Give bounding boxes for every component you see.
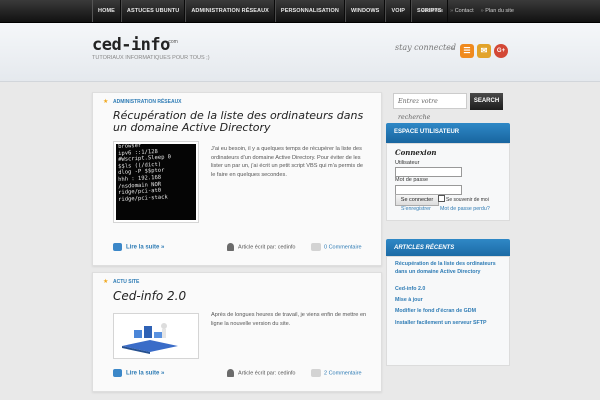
- user-icon: [227, 369, 234, 377]
- post-thumbnail[interactable]: [113, 313, 199, 359]
- site-logo[interactable]: ced-info: [92, 35, 170, 55]
- checkbox-icon[interactable]: [438, 195, 445, 202]
- post-category[interactable]: ACTU SITE: [113, 279, 139, 285]
- recent-post-link[interactable]: Modifier le fond d'écran de GDM: [395, 307, 505, 315]
- user-icon: [227, 243, 234, 251]
- rss-icon[interactable]: ☰: [460, 44, 474, 58]
- post-author-label: Article écrit par: cedinfo: [238, 244, 296, 251]
- search-input[interactable]: Entrez votre recherche: [393, 93, 467, 121]
- arrow-right-icon: →: [446, 42, 456, 53]
- post-title[interactable]: Ced-info 2.0: [113, 290, 186, 302]
- site-tagline: TUTORIAUX INFORMATIQUES POUR TOUS ;): [92, 55, 210, 61]
- nav-astuces-ubuntu[interactable]: ASTUCES UBUNTU: [120, 0, 186, 22]
- post-excerpt: Après de longues heures de travail, je v…: [211, 312, 367, 327]
- nav-windows[interactable]: WINDOWS: [344, 0, 386, 22]
- arrow-icon: [113, 369, 122, 377]
- read-more-link[interactable]: Lire la suite »: [113, 369, 164, 377]
- post-title[interactable]: Récupération de la liste des ordinateurs…: [113, 110, 375, 134]
- star-icon: ★: [103, 279, 109, 285]
- post-card: ★ ADMINISTRATION RÉSEAUX Récupération de…: [92, 92, 382, 266]
- post-comments-link[interactable]: 2 Commentaire: [311, 369, 362, 377]
- sitemap-link[interactable]: Plan du site: [481, 8, 514, 14]
- archives-link[interactable]: Archives: [418, 8, 443, 14]
- logo-domain-suffix: .com: [167, 39, 178, 45]
- star-icon: ★: [103, 99, 109, 105]
- upload-figure-image: [116, 316, 196, 356]
- top-navigation: HOME ASTUCES UBUNTU ADMINISTRATION RÉSEA…: [0, 0, 600, 23]
- google-plus-icon[interactable]: G+: [494, 44, 508, 58]
- utility-links: Archives Contact Plan du site: [411, 0, 514, 22]
- post-author: Article écrit par: cedinfo: [227, 243, 295, 251]
- contact-link[interactable]: Contact: [450, 8, 474, 14]
- read-more-label: Lire la suite »: [126, 244, 165, 251]
- post-comments-label: 2 Commentaire: [324, 370, 362, 377]
- site-header: [0, 23, 600, 82]
- login-button[interactable]: Se connecter: [395, 194, 439, 206]
- recent-post-link[interactable]: Ced-info 2.0: [395, 285, 505, 293]
- post-author-label: Article écrit par: cedinfo: [238, 370, 296, 377]
- remember-me-checkbox[interactable]: Se souvenir de moi: [438, 195, 489, 203]
- post-excerpt: J'ai eu besoin, il y a quelques temps de…: [211, 146, 363, 178]
- comment-icon: [311, 369, 321, 377]
- comment-icon: [311, 243, 321, 251]
- remember-me-label: Se souvenir de moi: [446, 196, 489, 203]
- nav-home[interactable]: HOME: [92, 0, 121, 22]
- read-more-link[interactable]: Lire la suite »: [113, 243, 164, 251]
- recent-post-link[interactable]: Installer facilement un serveur SFTP: [395, 319, 505, 327]
- nav-voip[interactable]: VOIP: [385, 0, 412, 22]
- post-author: Article écrit par: cedinfo: [227, 369, 295, 377]
- login-heading: Connexion: [395, 148, 437, 157]
- nav-personnalisation[interactable]: PERSONNALISATION: [274, 0, 345, 22]
- username-label: Utilisateur: [395, 160, 420, 166]
- main-menu: HOME ASTUCES UBUNTU ADMINISTRATION RÉSEA…: [92, 0, 448, 22]
- user-widget-title: ESPACE UTILISATEUR: [386, 123, 510, 145]
- nav-administration-reseaux[interactable]: ADMINISTRATION RÉSEAUX: [185, 0, 275, 22]
- password-label: Mot de passe: [395, 177, 429, 183]
- forgot-password-link[interactable]: Mot de passe perdu?: [440, 206, 490, 212]
- post-thumbnail[interactable]: browser ipv6 ::1/128 #Wscript.Sleep 0 $$…: [113, 141, 199, 223]
- username-field[interactable]: [395, 167, 462, 177]
- register-link[interactable]: S'enregistrer: [401, 206, 431, 212]
- recent-post-link[interactable]: Mise à jour: [395, 296, 505, 304]
- mail-icon[interactable]: ✉: [477, 44, 491, 58]
- post-category[interactable]: ADMINISTRATION RÉSEAUX: [113, 99, 182, 105]
- read-more-label: Lire la suite »: [126, 370, 165, 377]
- arrow-icon: [113, 243, 122, 251]
- search-button[interactable]: SEARCH: [470, 93, 503, 110]
- post-comments-link[interactable]: 0 Commentaire: [311, 243, 362, 251]
- post-card: ★ ACTU SITE Ced-info 2.0 Après de longue…: [92, 272, 382, 392]
- code-screenshot-image: browser ipv6 ::1/128 #Wscript.Sleep 0 $$…: [116, 144, 196, 220]
- recent-post-link[interactable]: Récupération de la liste des ordinateurs…: [395, 260, 505, 276]
- post-comments-label: 0 Commentaire: [324, 244, 362, 251]
